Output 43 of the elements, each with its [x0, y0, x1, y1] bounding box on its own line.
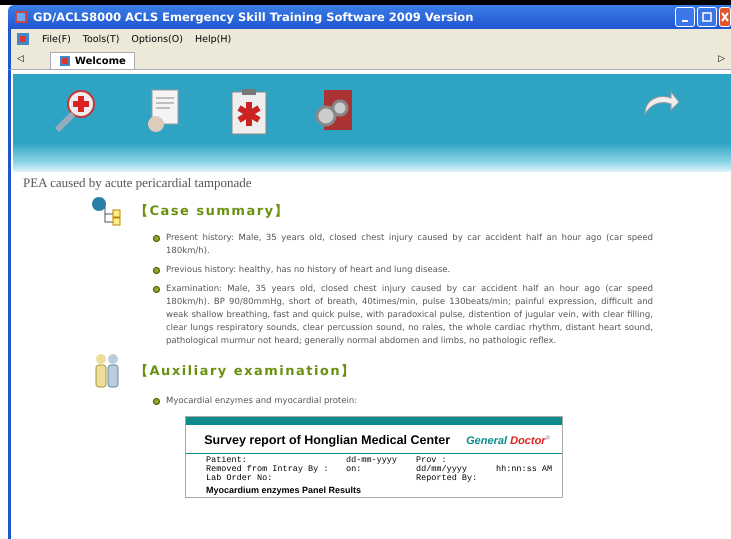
- menu-item[interactable]: File(F): [42, 34, 71, 44]
- report-field: dd/mm/yyyy: [416, 465, 496, 474]
- report-field: Lab Order No:: [206, 474, 346, 483]
- report-field: hh:nn:ss AM: [496, 465, 576, 474]
- tab-icon: [58, 55, 71, 67]
- app-icon: [16, 32, 30, 46]
- tab[interactable]: Welcome: [50, 52, 135, 69]
- bullet-icon: [153, 286, 160, 293]
- bullet-text: Examination: Male, 35 years old, closed chest injury caused by car accident half an hour ago (car speed 180km/h). BP 90/80mmHg, short of breath, 40times/min, pulse 130beats/min; painful expression, difficult and weak shallow breathing, fast and quick pulse, with paradoxical pulse, distention of jugular vein, with clear filling, clear lungs respiratory sounds, clear percussion sound, no rales, the whole cardiac rhythm, distant heart sound, pathological murmur not heard; generally normal abdomen and limbs, no pathologic reflex.: [166, 283, 653, 348]
- section-heading: 【Auxiliary examination】: [135, 363, 356, 380]
- bullet-icon: [153, 398, 160, 405]
- menu-item[interactable]: Help(H): [194, 34, 232, 44]
- tab-scroll-right[interactable]: ▷: [712, 54, 731, 69]
- report-field: Removed from Intray By :: [206, 465, 346, 474]
- window-title: GD/ACLS8000 ACLS Emergency Skill Training Software 2009 Version: [33, 10, 474, 24]
- maximize-button[interactable]: [697, 7, 717, 27]
- page-title: PEA caused by acute pericardial tamponade: [23, 175, 252, 191]
- bullet-icon: [153, 267, 160, 274]
- maximize-icon: [702, 12, 712, 22]
- app-icon: [14, 10, 28, 24]
- medical-clipboard-icon[interactable]: [229, 88, 269, 136]
- minimize-icon: [682, 20, 688, 22]
- bullet-text: Present history: Male, 35 years old, closed chest injury caused by car accident half an hour ago (car speed 180km/h).: [166, 232, 653, 258]
- close-icon: [721, 12, 729, 22]
- report-field: Prov :: [416, 456, 496, 465]
- section-heading: 【Case summary】: [135, 203, 290, 220]
- minimize-button[interactable]: [675, 7, 695, 27]
- report-field: Patient:: [206, 456, 346, 465]
- report-field: Reported By:: [416, 474, 496, 483]
- report-field: on:: [346, 465, 416, 474]
- bullet-text: Myocardial enzymes and myocardial protein:: [166, 395, 358, 408]
- bullet-text: Previous history: healthy, has no history of heart and lung disease.: [166, 264, 450, 277]
- report-field: dd-mm-yyyy: [346, 456, 416, 465]
- gears-icon[interactable]: [314, 88, 354, 132]
- panel-heading: Myocardium enzymes Panel Results: [206, 485, 362, 495]
- report-title: Survey report of Honglian Medical Center: [204, 433, 450, 447]
- menu-item[interactable]: Tools(T): [82, 34, 120, 44]
- tab-scroll-left[interactable]: ◁: [11, 54, 30, 69]
- globe-tree-icon: [91, 196, 123, 226]
- menu-item[interactable]: Options(O): [131, 34, 183, 44]
- brand-logo: General Doctor$^{®}$: [466, 435, 550, 447]
- bullet-icon: [153, 235, 160, 242]
- close-button[interactable]: [719, 7, 731, 27]
